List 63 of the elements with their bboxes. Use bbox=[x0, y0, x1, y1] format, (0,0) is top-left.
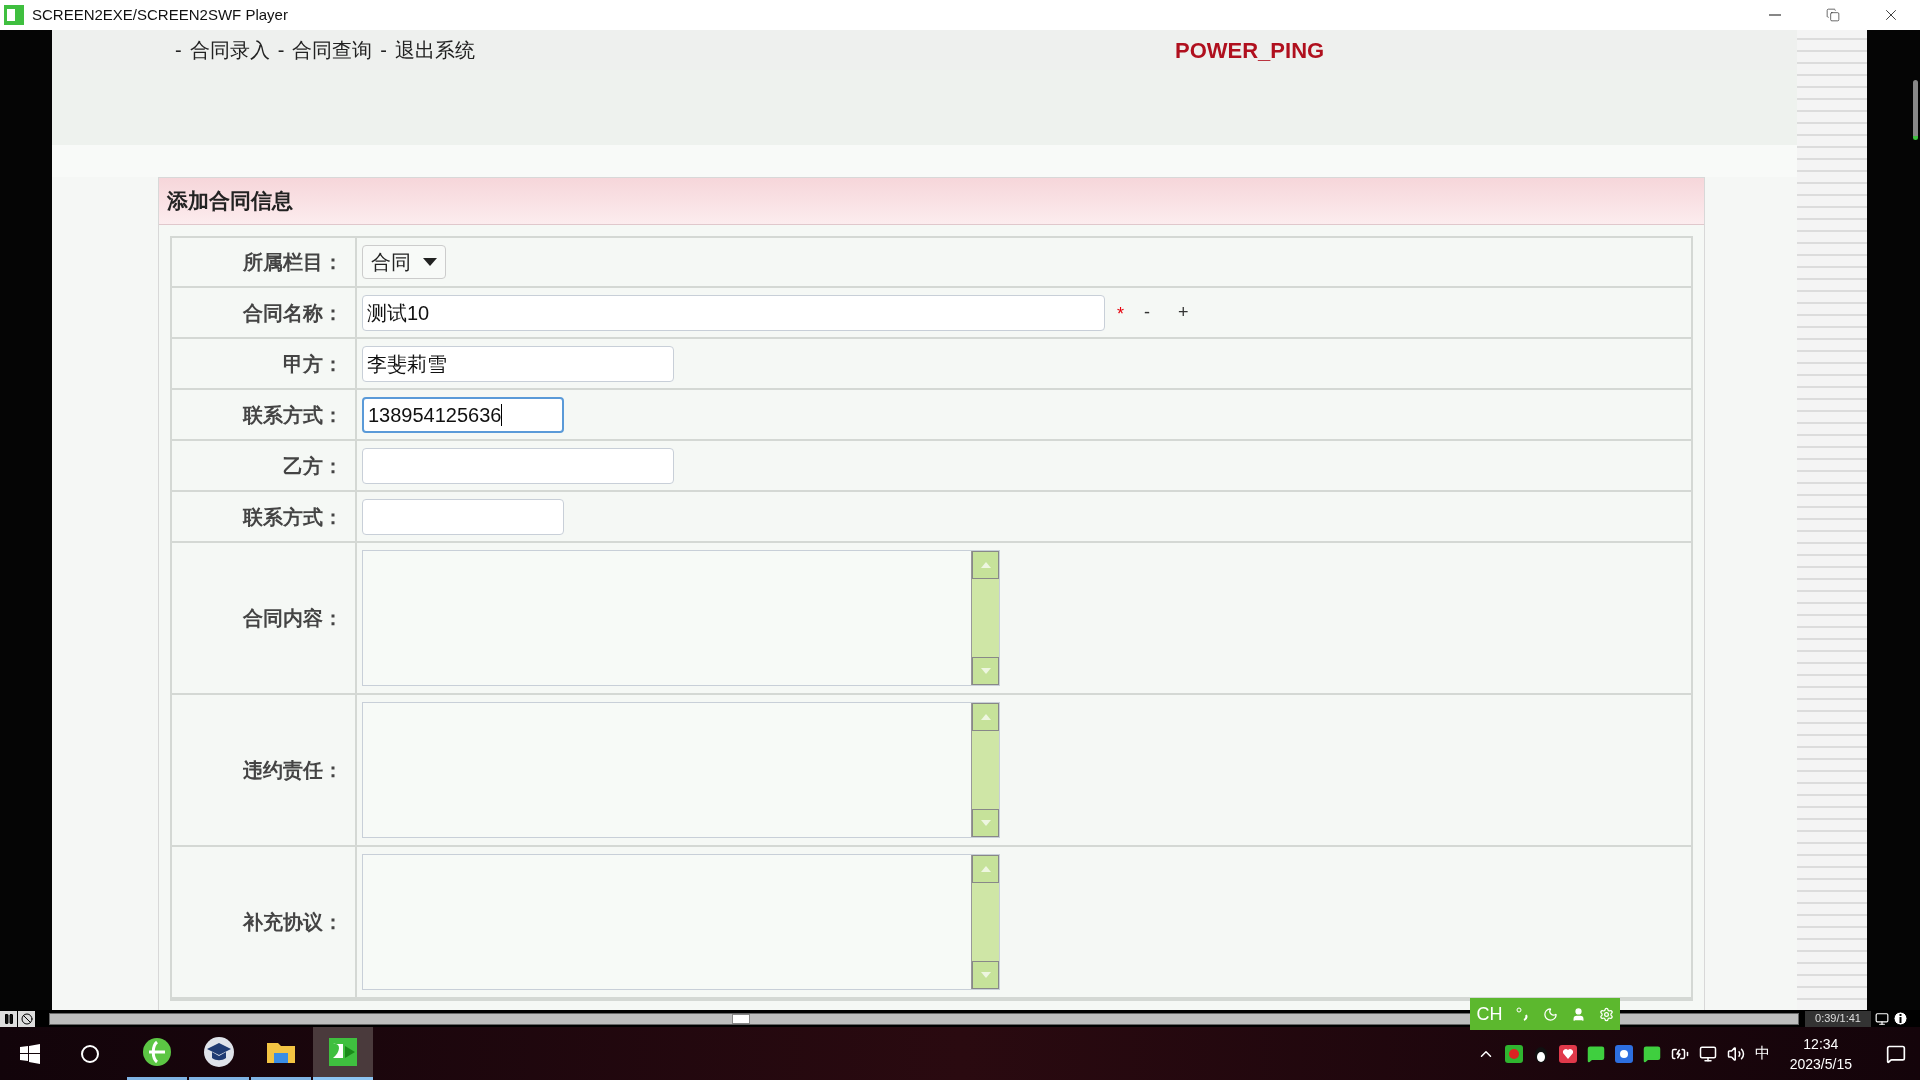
window-title: SCREEN2EXE/SCREEN2SWF Player bbox=[32, 4, 288, 25]
text-field[interactable]: 138954125636 bbox=[362, 396, 564, 433]
nav-separator: - bbox=[175, 38, 182, 63]
search-icon[interactable] bbox=[80, 1043, 100, 1064]
text-field[interactable]: 测试10 bbox=[362, 294, 1105, 331]
taskbar-app[interactable] bbox=[313, 1027, 373, 1080]
panel-title: 添加合同信息 bbox=[167, 188, 293, 215]
field-label: 甲方： bbox=[283, 351, 343, 377]
field-label: 合同名称： bbox=[243, 300, 343, 326]
down-arrow-icon bbox=[980, 668, 991, 674]
up-arrow-icon bbox=[980, 866, 991, 872]
field-label: 违约责任： bbox=[243, 758, 343, 783]
down-arrow-icon bbox=[980, 972, 991, 978]
required-mark: * bbox=[1117, 303, 1124, 326]
field-label: 补充协议： bbox=[243, 910, 343, 935]
chat-icon[interactable] bbox=[1642, 1044, 1661, 1063]
scrollbar[interactable] bbox=[971, 551, 999, 685]
nav-separator: - bbox=[277, 38, 285, 63]
up-arrow-icon bbox=[980, 714, 991, 720]
clock[interactable]: 12:34 2023/5/15 bbox=[1789, 1033, 1852, 1074]
globe-icon bbox=[141, 1036, 173, 1068]
restore-icon bbox=[1826, 8, 1840, 22]
adjust-link[interactable]: - bbox=[1136, 299, 1158, 326]
tray-app-icon[interactable] bbox=[1504, 1044, 1523, 1063]
time-readout: 0:39/1:41 bbox=[1805, 1010, 1871, 1027]
down-arrow-icon bbox=[980, 820, 991, 826]
brand-text: POWER_PING bbox=[1175, 36, 1325, 65]
field-label: 合同内容： bbox=[243, 606, 343, 631]
volume-icon[interactable] bbox=[1726, 1044, 1745, 1063]
chat-icon[interactable] bbox=[1586, 1044, 1605, 1063]
info-icon[interactable] bbox=[1893, 1011, 1908, 1026]
stop-icon bbox=[20, 1012, 33, 1025]
category-select[interactable]: 合同 bbox=[362, 245, 446, 279]
caret-icon bbox=[423, 258, 437, 266]
tray-app-icon[interactable] bbox=[1614, 1044, 1633, 1063]
field-label: 联系方式： bbox=[243, 402, 343, 428]
text-field[interactable]: 李斐莉雪 bbox=[362, 345, 674, 382]
scrollbar[interactable] bbox=[971, 703, 999, 837]
field-label: 联系方式： bbox=[243, 504, 343, 530]
app-logo-icon bbox=[4, 5, 24, 25]
nav-link[interactable]: 合同查询 bbox=[292, 35, 373, 65]
text-field[interactable] bbox=[362, 498, 564, 535]
pause-icon bbox=[2, 1012, 15, 1025]
progress-thumb[interactable] bbox=[731, 1013, 750, 1024]
nav-separator: - bbox=[380, 38, 387, 63]
graduation-cap-icon bbox=[203, 1036, 235, 1068]
up-arrow-icon bbox=[980, 562, 991, 568]
pause-button[interactable] bbox=[0, 1010, 17, 1027]
field-label: 乙方： bbox=[283, 453, 343, 479]
text-field[interactable] bbox=[362, 447, 674, 484]
input-language[interactable]: 中 bbox=[1754, 1042, 1770, 1065]
player-app-icon bbox=[327, 1036, 359, 1068]
nav-link[interactable]: 退出系统 bbox=[395, 35, 475, 65]
adjust-link[interactable]: + bbox=[1170, 299, 1197, 326]
nav-link[interactable]: 合同录入 bbox=[189, 35, 270, 65]
stop-button[interactable] bbox=[18, 1010, 35, 1027]
field-label: 所属栏目： bbox=[243, 250, 343, 275]
notification-icon[interactable] bbox=[1886, 1043, 1906, 1064]
start-icon[interactable] bbox=[20, 1043, 40, 1064]
minimize-icon bbox=[1769, 14, 1781, 16]
scroll-thumb[interactable] bbox=[1913, 80, 1918, 140]
network-icon[interactable] bbox=[1698, 1044, 1717, 1063]
scrollbar[interactable] bbox=[971, 855, 999, 989]
